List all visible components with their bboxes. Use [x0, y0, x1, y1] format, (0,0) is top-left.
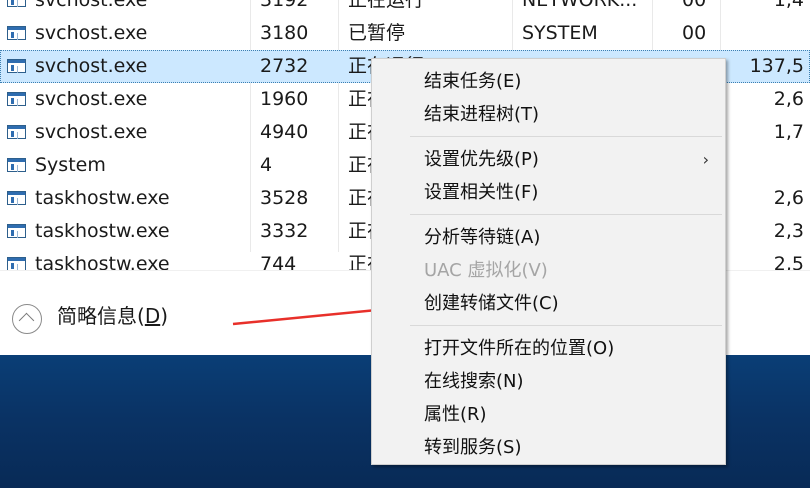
chevron-right-icon: › — [702, 150, 709, 169]
menu-item-create-dump-file[interactable]: 创建转储文件(C) — [372, 287, 725, 320]
menu-item-set-affinity[interactable]: 设置相关性(F) — [372, 176, 725, 209]
menu-item-label: 设置优先级(P) — [424, 149, 539, 170]
menu-separator — [410, 325, 722, 326]
menu-item-go-to-services[interactable]: 转到服务(S) — [372, 431, 725, 464]
menu-item-search-online[interactable]: 在线搜索(N) — [372, 365, 725, 398]
menu-item-uac-virtualization: UAC 虚拟化(V) — [424, 260, 548, 281]
menu-item-end-task[interactable]: 结束任务(E) — [372, 65, 725, 98]
menu-item-end-process-tree[interactable]: 结束进程树(T) — [372, 98, 725, 131]
menu-separator — [410, 214, 722, 215]
menu-separator — [410, 136, 722, 137]
context-menu: 结束任务(E) 结束进程树(T) 设置优先级(P) › 设置相关性(F) 分析等… — [371, 58, 726, 465]
menu-item-set-priority[interactable]: 设置优先级(P) › — [372, 143, 725, 176]
menu-item-open-file-location[interactable]: 打开文件所在的位置(O) — [372, 332, 725, 365]
menu-item-analyze-wait-chain[interactable]: 分析等待链(A) — [372, 221, 725, 254]
menu-item-properties[interactable]: 属性(R) — [372, 398, 725, 431]
